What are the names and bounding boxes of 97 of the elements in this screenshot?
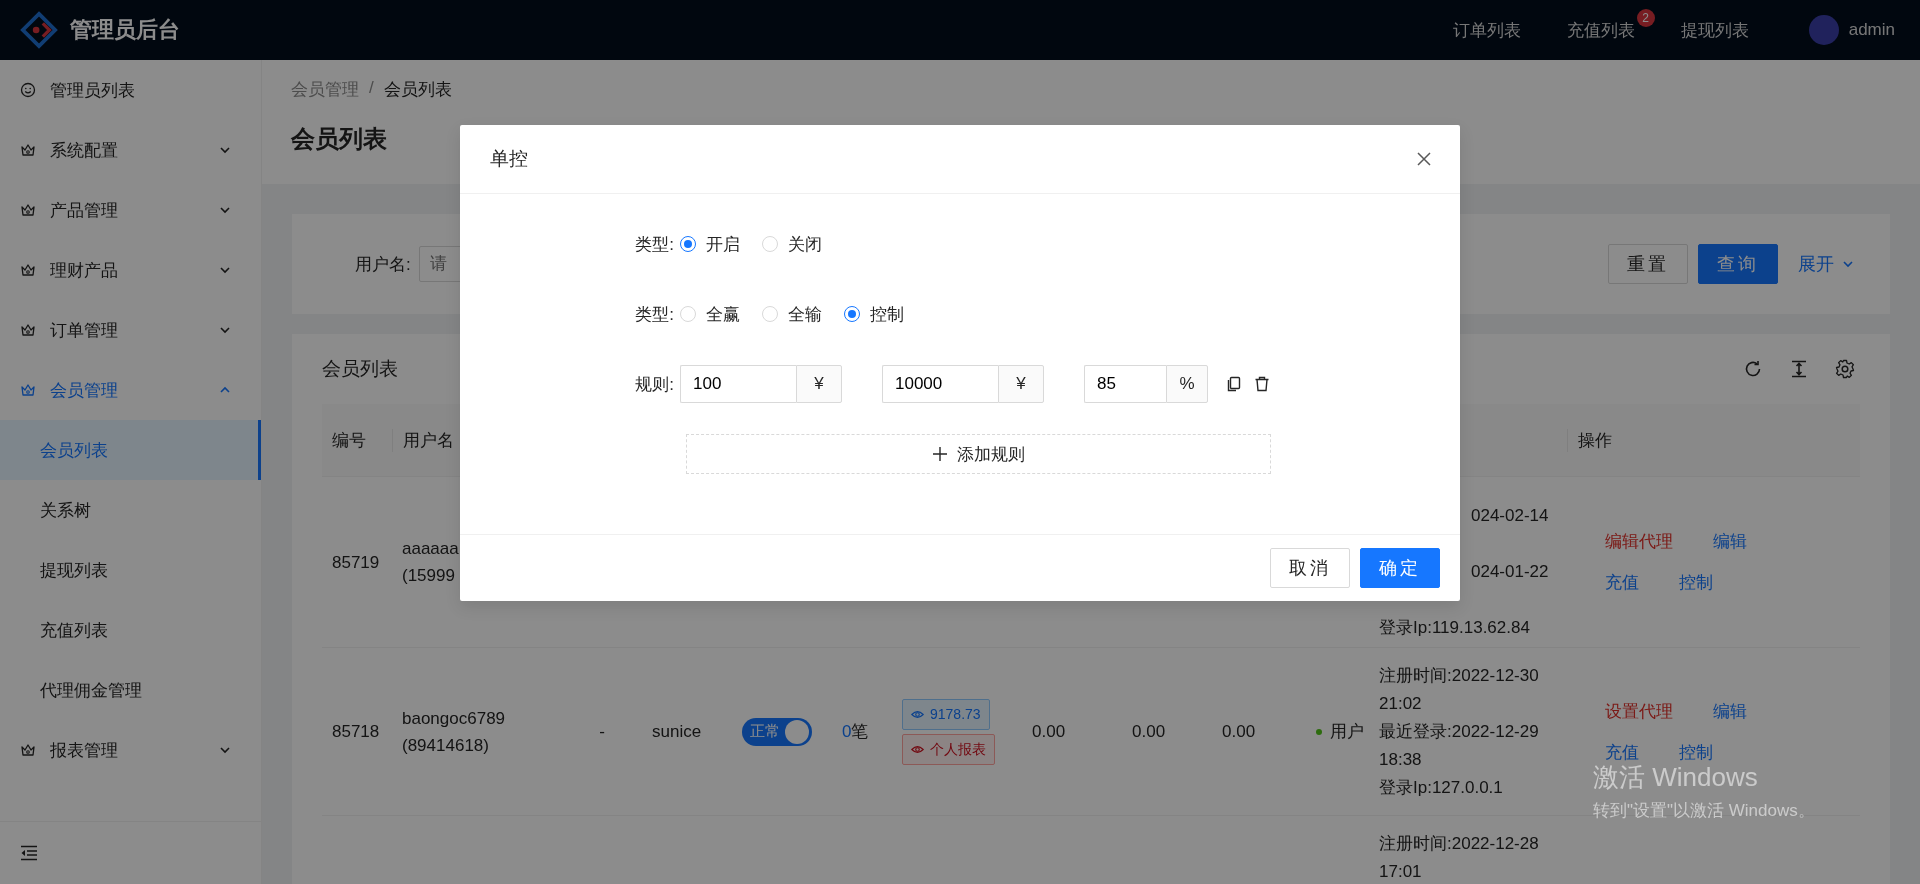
breadcrumb-separator: / [369,78,374,99]
user-name[interactable]: admin [1848,20,1895,40]
field-label: 类型: [634,303,675,326]
time-text: 024-01-22 [1471,561,1549,583]
field-label: 规则: [634,373,675,396]
report-tag[interactable]: 个人报表 [902,733,995,765]
plus-icon [932,447,947,461]
sidebar-group[interactable]: 理财产品 [0,240,261,300]
column-header: 用户名 [403,430,454,450]
suffix-label: ¥ [998,365,1044,403]
sidebar-item[interactable]: 管理员列表 [0,60,261,120]
action-link[interactable]: 编辑 [1713,528,1747,555]
column-header: 操作 [1578,430,1612,450]
radio-label[interactable]: 全赢 [706,302,740,326]
card-title: 会员列表 [322,357,398,381]
sidebar-group[interactable]: 报表管理 [0,720,261,780]
crown-icon [20,382,36,398]
username-cell-text: baongoc6789 (89414618) [402,707,507,757]
cancel-button[interactable]: 取消 [1270,548,1350,588]
action-link[interactable]: 编辑 [1713,697,1747,725]
logo-icon [20,11,58,49]
suffix-label: % [1166,365,1208,403]
amount-cell: 0.00 [1222,722,1256,741]
page-title: 会员列表 [291,124,388,154]
crown-icon [20,262,36,278]
radio-label[interactable]: 关闭 [788,232,822,256]
dialog-title: 单控 [490,147,528,171]
table-cell: - [599,722,605,741]
chevron-icon [219,144,231,156]
activation-subtitle: 转到"设置"以激活 Windows。 [1593,800,1815,822]
suffix-label: ¥ [796,365,842,403]
sidebar-group[interactable]: 会员管理 [0,360,261,420]
sidebar-subitem[interactable]: 充值列表 [0,600,261,660]
smile-icon [20,82,36,98]
amount-cell: 0.00 [1032,722,1066,741]
reset-button[interactable]: 重置 [1608,244,1688,284]
query-button[interactable]: 查询 [1698,244,1778,284]
action-link[interactable]: 控制 [1679,569,1713,596]
time-text: 登录Ip:127.0.0.1 [1379,776,1504,799]
action-link[interactable]: 编辑代理 [1605,528,1673,555]
status-switch[interactable]: 正常 [742,717,812,746]
sidebar-group[interactable]: 系统配置 [0,120,261,180]
chevron-icon [219,264,231,276]
trash-icon[interactable] [1254,376,1270,392]
time-text: 登录Ip:119.13.62.84 [1379,617,1530,639]
time-text: 024-02-14 [1471,505,1549,527]
copy-icon[interactable] [1226,376,1242,392]
sidebar-subitem[interactable]: 代理佣金管理 [0,660,261,720]
sidebar-subitem[interactable]: 关系树 [0,480,261,540]
nav-link[interactable]: 订单列表 [1452,18,1521,42]
sidebar-group[interactable]: 订单管理 [0,300,261,360]
time-text: 18:38 [1379,748,1423,771]
app-title: 管理员后台 [70,16,180,44]
action-link[interactable]: 设置代理 [1605,697,1673,725]
column-height-icon[interactable] [1789,359,1809,379]
amount-input[interactable]: 10000 [882,365,998,403]
crown-icon [20,202,36,218]
amount-input[interactable]: 85 [1084,365,1166,403]
time-text: 最近登录:2022-12-29 [1379,720,1540,743]
crown-icon [20,322,36,338]
confirm-button[interactable]: 确定 [1360,548,1440,588]
chevron-icon [219,744,231,756]
collapse-menu-icon[interactable] [20,845,38,861]
close-icon[interactable] [1416,151,1432,167]
breadcrumb-item: 会员列表 [383,79,452,101]
username-cell-text: aaaaaa (15999 [402,538,460,587]
crown-icon [20,142,36,158]
chevron-icon [219,324,231,336]
nav-link[interactable]: 提现列表 [1680,18,1749,42]
status-text: 用户 [1330,721,1364,743]
table-cell: sunice [652,722,702,741]
count-cell: 0笔 [842,722,869,741]
time-text: 17:01 [1379,861,1423,883]
chevron-icon [1842,258,1854,270]
action-link[interactable]: 充值 [1605,569,1639,596]
time-text: 注册时间:2022-12-28 [1379,833,1540,855]
amount-cell: 0.00 [1132,722,1166,741]
amount-input[interactable]: 100 [680,365,796,403]
sidebar-group[interactable]: 产品管理 [0,180,261,240]
time-text: 21:02 [1379,692,1423,715]
column-header: 编号 [332,430,366,450]
field-label: 类型: [634,233,675,256]
crown-icon [20,742,36,758]
count-badge: 2 [1636,8,1655,27]
add-rule-button[interactable]: 添加规则 [686,434,1271,474]
id-cell: 85718 [332,722,380,741]
id-cell: 85719 [332,552,380,572]
sidebar-subitem[interactable]: 提现列表 [0,540,261,600]
radio-label[interactable]: 全输 [788,302,822,326]
radio-label[interactable]: 开启 [706,232,740,256]
time-text: 注册时间:2022-12-30 [1379,664,1540,687]
settings-icon[interactable] [1835,359,1855,379]
refresh-icon[interactable] [1743,359,1763,379]
field-label: 用户名: [355,253,411,276]
chevron-icon [219,204,231,216]
radio-label[interactable]: 控制 [870,302,904,326]
expand-link[interactable]: 展开 [1798,252,1854,276]
